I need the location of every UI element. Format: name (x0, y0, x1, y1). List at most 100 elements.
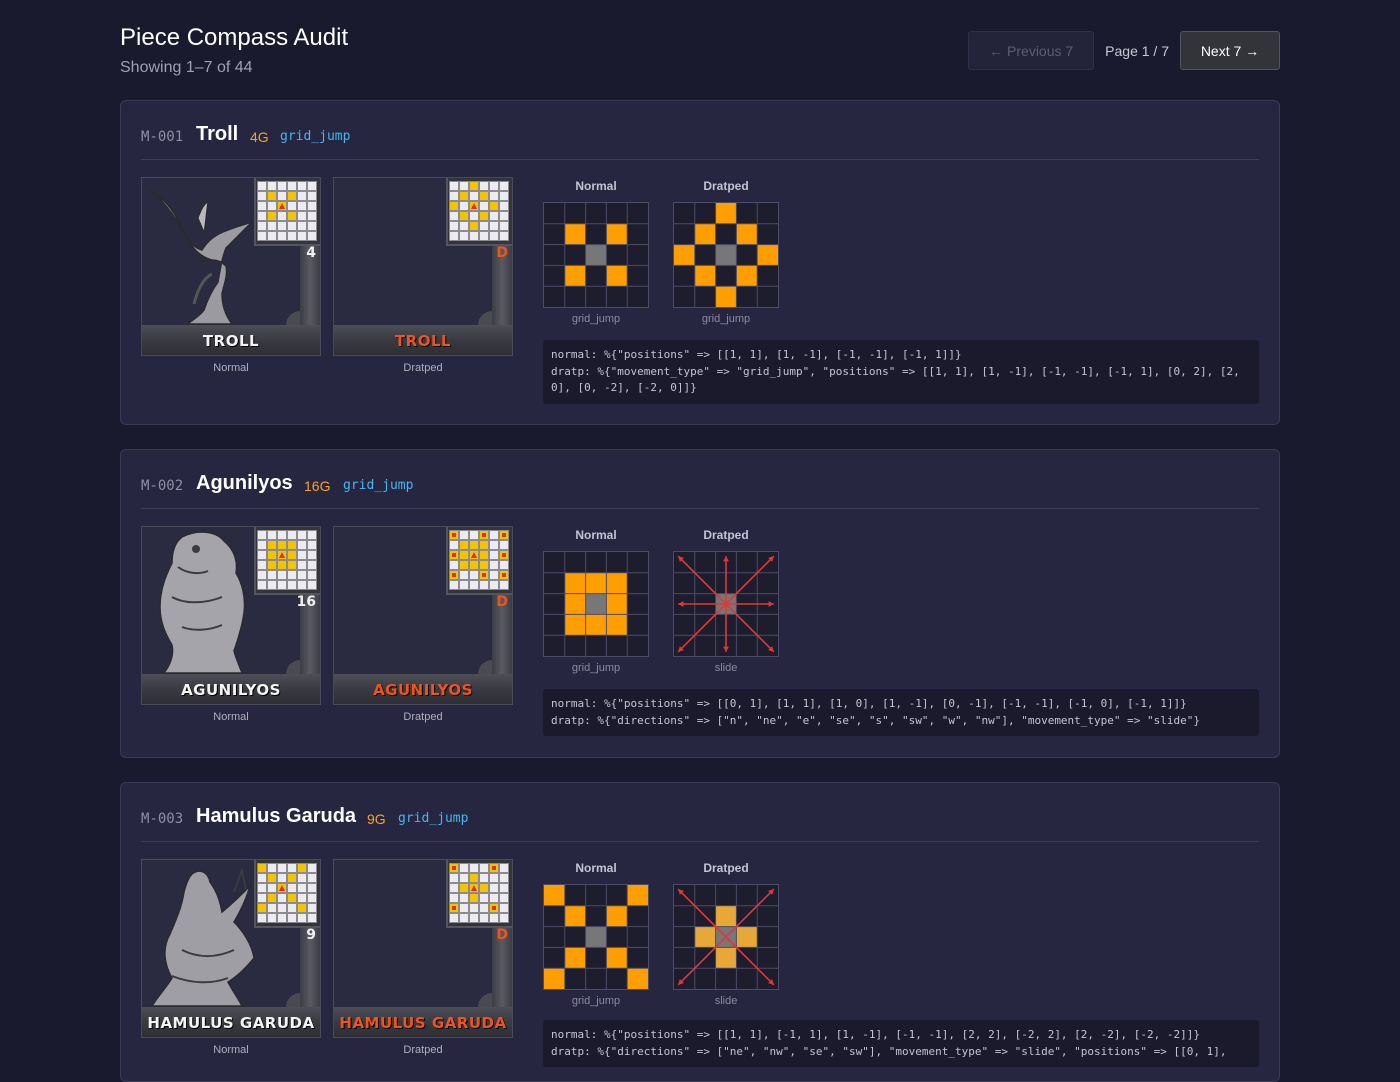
piece-center-cell (585, 244, 607, 266)
normal-grid-column: Normal grid_jump (543, 528, 649, 674)
move-cell (564, 593, 586, 615)
tile-caption: Dratped (403, 362, 443, 374)
mini-move-grid (257, 530, 317, 590)
code-normal: normal: %{"positions" => [[0, 1], [1, 1]… (551, 697, 1187, 710)
movement-code-block: normal: %{"positions" => [[1, 1], [-1, 1… (543, 1020, 1259, 1067)
grid-movement-label: grid_jump (571, 313, 621, 325)
dratped-mark: D (496, 594, 508, 610)
dratped-move-grid (673, 884, 779, 990)
dratped-tile: D HAMULUS GARUDA Dratped (333, 859, 513, 1056)
mini-move-grid (449, 863, 509, 923)
dratped-tile: D TROLL Dratped (333, 177, 513, 374)
move-cell (694, 265, 716, 287)
move-cell (606, 905, 628, 927)
move-cell (715, 947, 737, 969)
slide-arrowhead (768, 601, 774, 607)
move-cell (585, 572, 607, 594)
dratped-move-grid (673, 551, 779, 657)
pagination: ← Previous 7 Page 1 / 7 Next 7 → (968, 31, 1280, 70)
movement-code-block: normal: %{"positions" => [[1, 1], [1, -1… (543, 340, 1259, 404)
piece-card-header: M-001 Troll 4G grid_jump (141, 101, 1259, 160)
piece-cost: 4G (250, 129, 269, 145)
move-cell (627, 885, 648, 906)
dratped-move-grid (673, 202, 779, 308)
tile-caption: Dratped (403, 711, 443, 723)
move-cell (606, 593, 628, 615)
previous-page-button[interactable]: ← Previous 7 (968, 31, 1095, 70)
move-cell (715, 286, 737, 307)
move-cell (564, 614, 586, 636)
move-cell (715, 905, 737, 927)
piece-card-header: M-002 Agunilyos 16G grid_jump (141, 450, 1259, 509)
tile-cost: 16 (296, 594, 316, 610)
grid-title: Dratped (703, 179, 749, 193)
piece-card-header: M-003 Hamulus Garuda 9G grid_jump (141, 783, 1259, 842)
move-cell (606, 265, 628, 287)
normal-tile: 16 AGUNILYOS Normal (141, 526, 321, 723)
page-title: Piece Compass Audit (120, 24, 349, 51)
grid-movement-label: slide (714, 995, 738, 1007)
piece-id: M-001 (141, 129, 184, 145)
move-cell (606, 947, 628, 969)
slide-arrowhead (678, 601, 684, 607)
slide-direction-line (725, 555, 775, 605)
mini-move-grid (449, 181, 509, 241)
dratped-grid-column: Dratped slide (673, 861, 779, 1007)
move-cell (694, 926, 716, 948)
tile-caption: Normal (213, 711, 249, 723)
move-cell (757, 244, 778, 266)
mini-move-grid (257, 863, 317, 923)
mini-move-grid (449, 530, 509, 590)
dratped-grid-column: Dratped grid_jump (673, 179, 779, 325)
normal-move-grid (543, 202, 649, 308)
piece-id: M-003 (141, 811, 184, 827)
grid-movement-label: grid_jump (701, 313, 751, 325)
page: Piece Compass Audit Showing 1–7 of 44 ← … (120, 0, 1280, 1082)
dratped-grid-column: Dratped slide (673, 528, 779, 674)
tile-name: TROLL (202, 332, 260, 350)
move-cell (606, 572, 628, 594)
tile-caption: Normal (213, 1044, 249, 1056)
page-header: Piece Compass Audit Showing 1–7 of 44 ← … (120, 0, 1280, 100)
grid-movement-label: grid_jump (571, 662, 621, 674)
code-dratp: dratp: %{"directions" => ["n", "ne", "e"… (551, 713, 1201, 727)
mini-move-grid (257, 181, 317, 241)
move-cell (544, 968, 565, 989)
code-dratp: dratp: %{"directions" => ["ne", "nw", "s… (551, 1044, 1227, 1058)
dratped-tile: D AGUNILYOS Dratped (333, 526, 513, 723)
tile-caption: Normal (213, 362, 249, 374)
piece-center-cell (585, 926, 607, 948)
normal-tile: 4 TROLL Normal (141, 177, 321, 374)
grid-title: Normal (575, 528, 617, 542)
next-page-button[interactable]: Next 7 → (1180, 31, 1280, 70)
results-count: Showing 1–7 of 44 (120, 59, 253, 76)
move-cell (736, 223, 758, 245)
normal-move-grid (543, 551, 649, 657)
move-cell (564, 905, 586, 927)
piece-movement-type: grid_jump (398, 811, 469, 826)
grid-title: Normal (575, 179, 617, 193)
grid-movement-label: slide (714, 662, 738, 674)
piece-center-cell (715, 244, 737, 266)
tile-cost: 9 (306, 927, 316, 943)
page-indicator: Page 1 / 7 (1105, 42, 1169, 59)
tile-name: HAMULUS GARUDA (147, 1014, 315, 1032)
piece-card: M-003 Hamulus Garuda 9G grid_jump 9 HAMU… (120, 782, 1280, 1082)
move-cell (564, 223, 586, 245)
tile-cost: 4 (306, 245, 316, 261)
movement-code-block: normal: %{"positions" => [[0, 1], [1, 1]… (543, 689, 1259, 736)
piece-center-cell (585, 593, 607, 615)
move-cell (736, 926, 758, 948)
move-cell (564, 265, 586, 287)
move-cell (627, 968, 648, 989)
move-cell (564, 947, 586, 969)
move-cell (694, 223, 716, 245)
move-cell (606, 223, 628, 245)
move-cell (736, 265, 758, 287)
piece-name: Hamulus Garuda (196, 805, 357, 827)
slide-direction-line (677, 603, 727, 653)
slide-arrowhead (723, 646, 729, 652)
move-cell (564, 572, 586, 594)
normal-tile: 9 HAMULUS GARUDA Normal (141, 859, 321, 1056)
move-cell (674, 244, 695, 266)
